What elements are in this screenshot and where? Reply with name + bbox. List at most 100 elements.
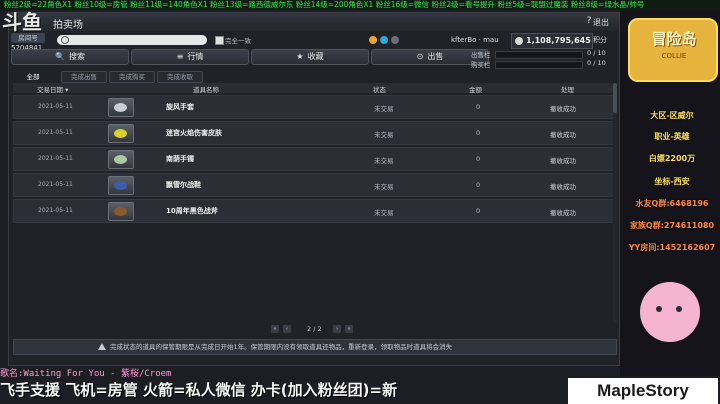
mascot-eye	[676, 306, 682, 312]
info-power: 白嫖2200万	[648, 154, 696, 163]
row-process: 撤收成功	[550, 131, 576, 139]
buy-slot-label: 购买栏	[471, 61, 491, 69]
bracelet-icon	[114, 155, 127, 164]
sell-slot-counter: 出售栏 0 / 10	[469, 49, 619, 59]
scroll-thumb[interactable]	[613, 83, 617, 113]
exit-button[interactable]: 退出	[593, 17, 617, 28]
table-row[interactable]: 2021-05-11 旋风手套 未交易 0 撤收成功	[13, 95, 615, 119]
tab-label: 收藏	[307, 52, 324, 61]
tab-favorites[interactable]: ★ 收藏	[251, 49, 369, 65]
table-scrollbar[interactable]	[613, 83, 617, 323]
first-page-button[interactable]: «	[271, 325, 279, 333]
info-union: 坐标-西安	[654, 177, 690, 186]
axe-icon	[114, 207, 127, 216]
row-state: 未交易	[374, 183, 394, 191]
row-date: 2021-05-11	[38, 103, 73, 110]
row-date: 2021-05-11	[38, 181, 73, 188]
col-name: 道具名称	[193, 86, 219, 94]
blue-coin-icon	[380, 36, 388, 44]
game-logo-title: 冒险岛	[651, 31, 697, 48]
item-thumbnail	[108, 124, 134, 143]
row-state: 未交易	[374, 209, 394, 217]
row-process: 撤收成功	[550, 157, 576, 165]
table-header: 交易日期 ▾ 道具名称 状态 金额 处理	[13, 83, 613, 94]
points-label: 积分	[593, 36, 607, 44]
row-state: 未交易	[374, 105, 394, 113]
brand-logo: MapleStory	[568, 378, 718, 404]
row-date: 2021-05-11	[38, 155, 73, 162]
list-icon: ≡	[176, 52, 184, 61]
item-thumbnail	[108, 202, 134, 221]
table-row[interactable]: 2021-05-11 10周年黑色战斧 未交易 0 撤收成功	[13, 199, 615, 223]
buy-slot-count: 0 / 10	[587, 59, 606, 67]
warning-icon	[98, 343, 106, 350]
filter-bought[interactable]: 完成购买	[109, 71, 155, 83]
sell-slot-count: 0 / 10	[587, 49, 606, 57]
col-process: 处理	[561, 86, 574, 94]
tab-search[interactable]: 🔍 搜索	[11, 49, 129, 65]
title-bar: 拍卖场 ? 退出	[9, 13, 619, 31]
info-job: 职业-英雄	[654, 132, 690, 141]
row-state: 未交易	[374, 157, 394, 165]
game-logo-sub: COLLIE	[661, 52, 687, 60]
game-logo: 冒险岛 COLLIE	[628, 18, 718, 82]
mascot-image	[640, 282, 700, 342]
row-amount: 0	[476, 207, 481, 215]
dark-coin-icon	[391, 36, 399, 44]
last-page-button[interactable]: »	[345, 325, 353, 333]
stream-logo: 斗鱼	[2, 12, 42, 34]
row-amount: 0	[476, 129, 481, 137]
row-amount: 0	[476, 103, 481, 111]
row-process: 撤收成功	[550, 209, 576, 217]
prev-page-button[interactable]: ‹	[283, 325, 291, 333]
exact-match-label: 完全一致	[225, 37, 251, 45]
notice-text: 完成状态的道具的保管期限是从完成日开始1年。保管期限内没有领取道具还物品，重新登…	[110, 343, 453, 351]
sell-slot-label: 出售栏	[471, 51, 491, 59]
filter-sold[interactable]: 完成出售	[61, 71, 107, 83]
row-item-name: 10周年黑色战斧	[166, 207, 218, 215]
row-process: 撤收成功	[550, 105, 576, 113]
next-page-button[interactable]: ›	[333, 325, 341, 333]
item-thumbnail	[108, 98, 134, 117]
exact-match-checkbox[interactable]	[215, 36, 224, 45]
buy-slot-counter: 购买栏 0 / 10	[469, 59, 619, 69]
table-row[interactable]: 2021-05-11 飘雪尔战鞋 未交易 0 撤收成功	[13, 173, 615, 197]
mesos-icon	[515, 37, 523, 45]
row-item-name: 飘雪尔战鞋	[166, 181, 201, 189]
bottom-ticker: 飞手支援 飞机=房管 火箭=私人微信 办卡(加入粉丝团)=新	[0, 381, 398, 399]
ticker-text: 粉丝2级=22角色X1 粉丝10级=房管 粉丝11级=140角色X1 粉丝13级…	[4, 0, 645, 9]
col-amount: 金额	[469, 86, 482, 94]
row-date: 2021-05-11	[38, 129, 73, 136]
row-amount: 0	[476, 155, 481, 163]
account-strip: kfterBo · mau	[369, 35, 529, 47]
col-date[interactable]: 交易日期 ▾	[37, 84, 68, 94]
mesos-display: 1,108,795,645	[511, 33, 593, 49]
skin-icon	[114, 129, 127, 138]
row-state: 未交易	[374, 131, 394, 139]
table-row[interactable]: 2021-05-11 南荫手镯 未交易 0 撤收成功	[13, 147, 615, 171]
info-region: 大区-区威尔	[650, 111, 694, 120]
notice-bar: 完成状态的道具的保管期限是从完成日开始1年。保管期限内没有领取道具还物品，重新登…	[13, 339, 617, 355]
filter-collected[interactable]: 完成收取	[157, 71, 203, 83]
mascot-eye	[656, 306, 662, 312]
tab-market[interactable]: ≡ 行情	[131, 49, 249, 65]
row-item-name: 迷宫火焰伤害皮肤	[166, 129, 222, 137]
col-state: 状态	[373, 86, 386, 94]
page-indicator: 2 / 2	[307, 325, 322, 333]
item-thumbnail	[108, 150, 134, 169]
user-id: kfterBo · mau	[451, 36, 499, 44]
filter-all[interactable]: 全部	[17, 71, 49, 83]
tab-label: 行情	[187, 52, 204, 61]
pagination: « ‹ 2 / 2 › »	[271, 325, 361, 335]
row-item-name: 旋风手套	[166, 103, 194, 111]
glove-icon	[114, 103, 127, 112]
table-row[interactable]: 2021-05-11 迷宫火焰伤害皮肤 未交易 0 撤收成功	[13, 121, 615, 145]
row-process: 撤收成功	[550, 183, 576, 191]
sell-icon: ⊙	[416, 52, 424, 61]
star-icon: ★	[296, 52, 304, 61]
song-title: 歌名:Waiting For You - 紫桜/Croem	[0, 369, 172, 379]
mesos-value: 1,108,795,645	[526, 36, 591, 45]
search-input[interactable]	[57, 35, 207, 45]
search-icon: 🔍	[55, 52, 65, 61]
window-title: 拍卖场	[53, 20, 83, 31]
